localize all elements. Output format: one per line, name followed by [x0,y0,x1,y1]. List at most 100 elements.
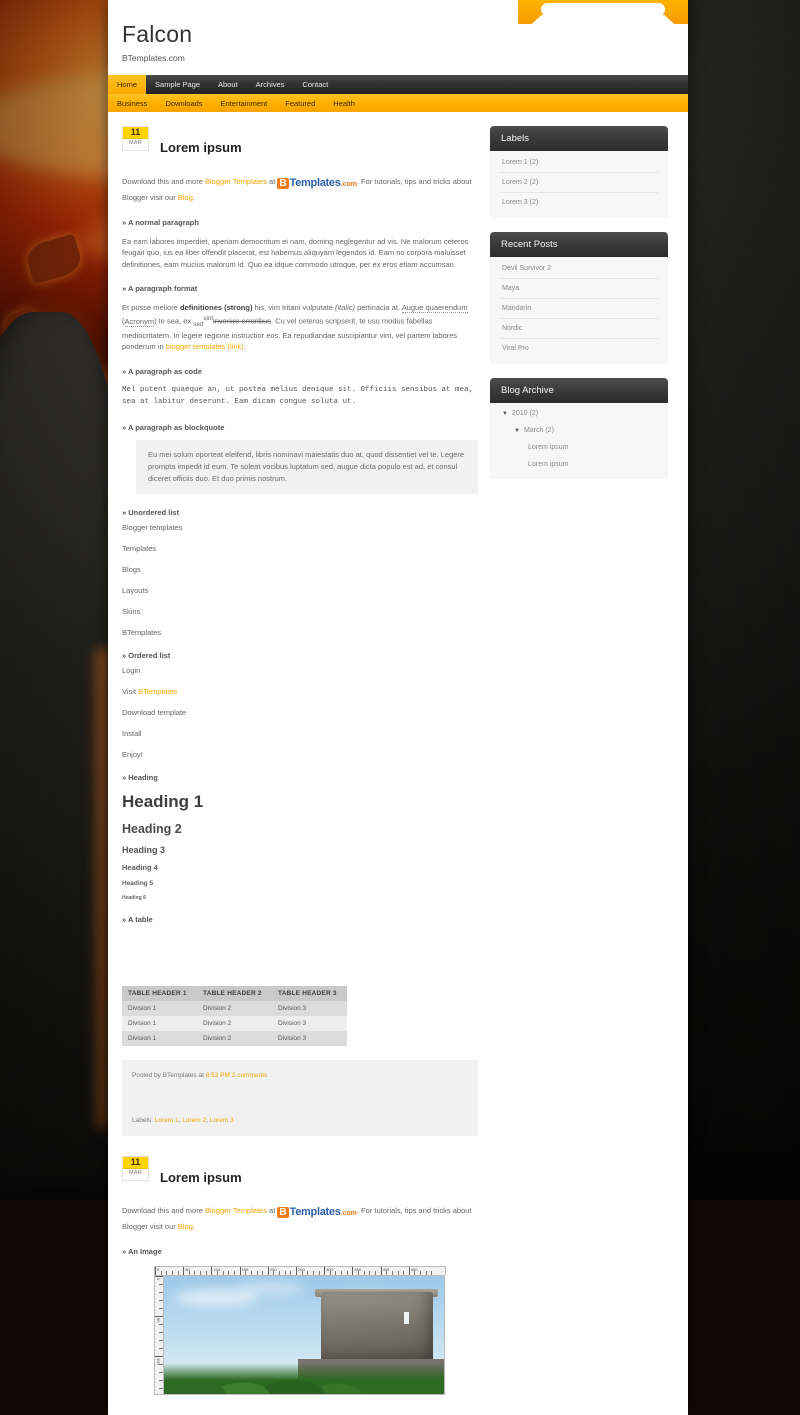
post-intro: Download this and more Blogger Templates… [122,175,478,204]
subnav-item-downloads[interactable]: Downloads [156,94,211,112]
nav-item-home[interactable]: Home [108,75,147,95]
search-bar [518,0,688,24]
table-row: Division 1 Division 2 Division 3 [122,1000,347,1016]
table-head: TABLE HEADER 1 TABLE HEADER 2 TABLE HEAD… [122,985,347,1001]
post-date-badge: 11 MAR [122,126,149,152]
logo-b-mark: B [277,1207,289,1219]
recent-post-item[interactable]: Mandarin [500,299,658,320]
chevron-down-icon[interactable]: ▼ [502,411,508,417]
heading-level-5: Heading 5 [122,879,154,887]
blockquote: Eu mei solum oporteat eleifend, libris n… [136,439,478,494]
label-item[interactable]: Lorem 1 (2) [500,153,658,174]
section-heading-unordered-list: » Unordered list [122,507,180,517]
list-item: Blogger templates [122,522,183,532]
fmt-subscript: sed [193,321,204,329]
blog-link[interactable]: Blog [178,1222,193,1231]
code-block: Mel putent quaeque an, ut postea melius … [122,385,474,407]
archive-item-post[interactable]: Lorem ipsum [500,439,658,456]
nav-item-archives[interactable]: Archives [247,75,294,94]
archive-item-year[interactable]: ▼ 2010 (2) [500,405,658,422]
label-item[interactable]: Lorem 3 (2) [500,193,658,212]
table-cell: Division 1 [122,1030,197,1046]
fmt-text-7: . [243,342,246,352]
widget-title: Blog Archive [490,378,668,404]
blog-post: 11 MAR Lorem ipsum Download this and mor… [122,1155,478,1395]
widget-title: Labels [490,126,668,152]
table-header-row: TABLE HEADER 1 TABLE HEADER 2 TABLE HEAD… [122,985,347,1001]
post-title[interactable]: Lorem ipsum [160,137,242,155]
fmt-acronym-2: Acronym [124,316,155,327]
post-title[interactable]: Lorem ipsum [160,1167,242,1185]
search-input[interactable] [541,3,665,16]
comments-link[interactable]: 2 comments [232,1072,267,1079]
blogger-templates-inline-link[interactable]: blogger templates (link) [166,342,244,351]
post-footer: Posted by BTemplates at 8:53 PM 2 commen… [122,1059,478,1136]
ruler-tick-label: 0 [156,1277,161,1281]
archive-item-month[interactable]: ▼ March (2) [500,422,658,439]
fmt-superscript: sint [203,315,214,323]
list-item: Blogs [122,564,141,574]
fmt-text-2: his, vim tritani vulputate [252,303,335,313]
labels-widget: Labels Lorem 1 (2) Lorem 2 (2) Lorem 3 (… [490,126,668,219]
ruler-major-tick [155,1355,163,1357]
post-header: 11 MAR Lorem ipsum [122,1155,478,1196]
post-date-badge: 11 MAR [122,1155,149,1181]
section-heading-paragraph-format: » A paragraph format [122,284,198,294]
nav-item-contact[interactable]: Contact [293,75,337,94]
fmt-text-1: Et posse meliore [122,303,180,313]
post-timestamp-link[interactable]: 8:53 PM [206,1072,230,1079]
heading-level-6: Heading 6 [122,894,146,901]
intro-text-d: . [192,1222,195,1232]
label-link[interactable]: Lorem 1 [155,1117,179,1124]
table-body: Division 1 Division 2 Division 3 Divisio… [122,1000,347,1046]
post-image[interactable] [163,1274,445,1395]
horizontal-ruler: 0 50 100 150 200 250 300 350 400 450 [154,1265,446,1275]
list-item: BTemplates [122,627,162,637]
label-link[interactable]: Lorem 2 [182,1117,206,1124]
heading-level-4: Heading 4 [122,862,158,872]
section-heading-an-image: » An Image [122,1246,162,1256]
section-heading-blockquote: » A paragraph as blockquote [122,422,225,432]
recent-post-item[interactable]: Viral Pro [500,339,658,358]
label-link[interactable]: Lorem 3 [210,1117,234,1124]
table-cell: Division 3 [272,1000,347,1016]
section-heading-heading: » Heading [122,772,158,782]
subnav-item-featured[interactable]: Featured [276,94,324,112]
blog-post: 11 MAR Lorem ipsum Download this and mor… [122,126,478,1136]
vertical-ruler: 0 50 100 [154,1274,163,1395]
recent-post-item[interactable]: Nordic [500,319,658,340]
post-labels: Labels: Lorem 1, Lorem 2, Lorem 3 [132,1116,234,1124]
list-item: Enjoy! [122,749,143,759]
subnav-item-entertainment[interactable]: Entertainment [212,94,277,112]
list-item: Layouts [122,585,149,595]
ruler-major-tick [296,1266,297,1275]
blogger-templates-link[interactable]: Blogger Templates [205,1206,267,1215]
mayan-ruin [320,1292,433,1364]
intro-text-b: at [266,176,278,186]
nav-item-about[interactable]: About [209,75,247,94]
chevron-down-icon[interactable]: ▼ [514,428,520,434]
fmt-text-3: pertinacia at. [355,303,402,313]
subnav-item-health[interactable]: Health [324,94,364,112]
btemplates-link[interactable]: BTemplates [138,687,177,696]
section-heading-normal-paragraph: » A normal paragraph [122,217,199,227]
ruler-major-tick [155,1275,163,1277]
recent-post-item[interactable]: Devil Survivor 2 [500,259,658,280]
normal-paragraph-text: Ea eam labores imperdiet, aperiam democr… [122,236,469,269]
table-header-cell: TABLE HEADER 1 [122,985,197,1001]
recent-post-item[interactable]: Maya [500,279,658,300]
post-intro: Download this and more Blogger Templates… [122,1204,478,1233]
blogger-templates-link[interactable]: Blogger Templates [205,177,267,186]
image-with-rulers: 0 50 100 150 200 250 300 350 400 450 0 50 100 [154,1265,446,1395]
nav-item-sample-page[interactable]: Sample Page [146,75,209,94]
btemplates-logo: B Templates .com [277,1204,357,1221]
label-item[interactable]: Lorem 2 (2) [500,173,658,194]
table-cell: Division 2 [197,1000,272,1016]
ruler-tick-label: 0 [157,1266,160,1272]
blog-link[interactable]: Blog [178,193,193,202]
fmt-strikethrough: invenire erroribus [213,316,272,326]
logo-com-text: .com [340,180,357,188]
archive-item-post[interactable]: Lorem ipsum [500,456,658,473]
subnav-item-business[interactable]: Business [108,94,156,112]
table-cell: Division 3 [272,1030,347,1046]
